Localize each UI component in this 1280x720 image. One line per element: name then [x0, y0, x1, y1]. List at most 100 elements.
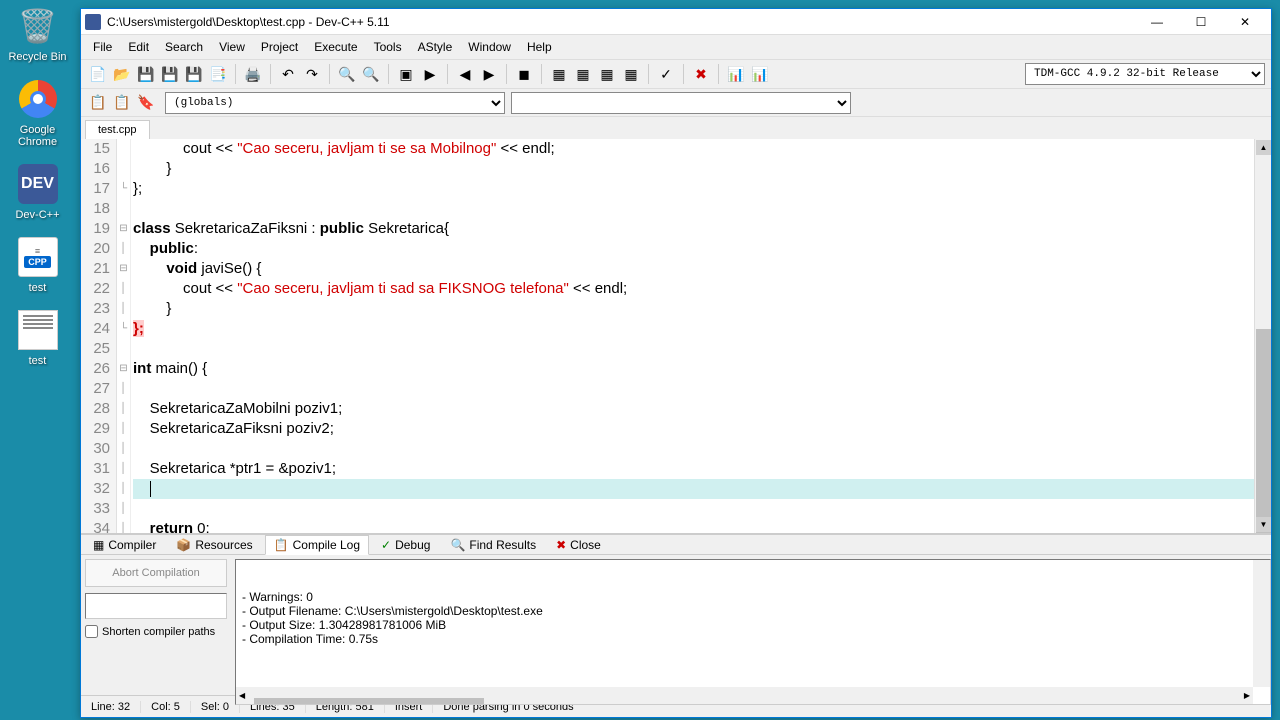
separator — [683, 64, 684, 84]
title-bar[interactable]: C:\Users\mistergold\Desktop\test.cpp - D… — [81, 9, 1271, 35]
empty-field — [85, 593, 227, 619]
shorten-paths-checkbox[interactable]: Shorten compiler paths — [85, 625, 227, 638]
icon-label: Dev-C++ — [15, 209, 59, 221]
txt-file-icon — [17, 309, 59, 351]
menu-help[interactable]: Help — [519, 37, 560, 57]
editor-tabs: test.cpp — [81, 117, 1271, 139]
new-class-button[interactable]: 📋 — [87, 92, 109, 114]
code-area[interactable]: cout << "Cao seceru, javljam ti se sa Mo… — [131, 139, 1254, 533]
compiler-select[interactable]: TDM-GCC 4.9.2 32-bit Release — [1025, 63, 1265, 85]
find-button[interactable]: 🔍 — [336, 63, 358, 85]
scroll-thumb[interactable] — [1256, 329, 1271, 533]
new-file-button[interactable]: 📄 — [87, 63, 109, 85]
profile-analysis-button[interactable]: 📊 — [725, 63, 747, 85]
tab-compile-log[interactable]: 📋Compile Log — [265, 535, 369, 555]
output-hscroll[interactable]: ◀ ▶ — [236, 687, 1253, 704]
bookmark-button[interactable]: 🔖 — [135, 92, 157, 114]
menu-window[interactable]: Window — [460, 37, 519, 57]
secondary-toolbar: 📋 📋 🔖 (globals) — [81, 89, 1271, 117]
replace-button[interactable]: 🔍 — [360, 63, 382, 85]
menu-view[interactable]: View — [211, 37, 253, 57]
rebuild-button[interactable]: ▦ — [572, 63, 594, 85]
tab-close[interactable]: ✖Close — [548, 536, 609, 554]
compile-button[interactable]: ▣ — [395, 63, 417, 85]
forward-button[interactable]: ▶ — [478, 63, 500, 85]
separator — [506, 64, 507, 84]
save-as-button[interactable]: 💾 — [183, 63, 205, 85]
separator — [235, 64, 236, 84]
menu-astyle[interactable]: AStyle — [410, 37, 461, 57]
hscroll-thumb[interactable] — [254, 698, 484, 706]
separator — [329, 64, 330, 84]
tab-debug[interactable]: ✓Debug — [373, 536, 438, 554]
output-vscroll[interactable] — [1253, 560, 1270, 687]
scroll-up-icon[interactable]: ▲ — [1256, 140, 1271, 155]
separator — [541, 64, 542, 84]
vertical-scrollbar[interactable]: ▲ ▼ — [1254, 139, 1271, 533]
close-file-button[interactable]: 📑 — [207, 63, 229, 85]
tab-find-results[interactable]: 🔍Find Results — [442, 536, 544, 554]
debug-button[interactable]: ✓ — [655, 63, 677, 85]
compile-output[interactable]: - Warnings: 0 - Output Filename: C:\User… — [235, 559, 1271, 705]
abort-compilation-button: Abort Compilation — [85, 559, 227, 587]
maximize-button[interactable]: ☐ — [1179, 10, 1223, 34]
insert-button[interactable]: 📋 — [111, 92, 133, 114]
main-window: C:\Users\mistergold\Desktop\test.cpp - D… — [80, 8, 1272, 718]
desktop-icon-test-cpp[interactable]: ≡CPP test — [5, 236, 70, 294]
members-combo[interactable] — [511, 92, 851, 114]
delete-profile-button[interactable]: 📊 — [749, 63, 771, 85]
close-button[interactable]: ✕ — [1223, 10, 1267, 34]
menu-edit[interactable]: Edit — [120, 37, 157, 57]
compiler-icon: ▦ — [93, 538, 104, 552]
print-button[interactable]: 🖨️ — [242, 63, 264, 85]
syntax-check-button[interactable]: ▦ — [596, 63, 618, 85]
menu-search[interactable]: Search — [157, 37, 211, 57]
undo-button[interactable]: ↶ — [277, 63, 299, 85]
close-icon: ✖ — [556, 538, 566, 552]
line-gutter: 1516171819202122232425262728293031323334 — [81, 139, 117, 533]
menu-execute[interactable]: Execute — [306, 37, 365, 57]
menu-tools[interactable]: Tools — [366, 37, 410, 57]
minimize-button[interactable]: — — [1135, 10, 1179, 34]
tab-resources[interactable]: 📦Resources — [168, 536, 260, 554]
save-button[interactable]: 💾 — [135, 63, 157, 85]
menu-project[interactable]: Project — [253, 37, 306, 57]
tab-compiler[interactable]: ▦Compiler — [85, 536, 164, 554]
chrome-icon — [17, 78, 59, 120]
profile-button[interactable]: ▦ — [620, 63, 642, 85]
desktop-icon-chrome[interactable]: Google Chrome — [5, 78, 70, 148]
desktop-icons: 🗑️ Recycle Bin Google Chrome DEV Dev-C++… — [5, 5, 70, 367]
run-button[interactable]: ▶ — [419, 63, 441, 85]
redo-button[interactable]: ↷ — [301, 63, 323, 85]
icon-label: Recycle Bin — [8, 51, 66, 63]
menu-bar: File Edit Search View Project Execute To… — [81, 35, 1271, 59]
menu-file[interactable]: File — [85, 37, 120, 57]
tab-test-cpp[interactable]: test.cpp — [85, 120, 150, 139]
save-all-button[interactable]: 💾 — [159, 63, 181, 85]
devcpp-icon: DEV — [17, 163, 59, 205]
icon-label: test — [29, 355, 47, 367]
separator — [447, 64, 448, 84]
fold-gutter[interactable]: └⊟│⊟││└⊟││││││││ — [117, 139, 131, 533]
separator — [718, 64, 719, 84]
window-title: C:\Users\mistergold\Desktop\test.cpp - D… — [107, 15, 1135, 29]
desktop-icon-devcpp[interactable]: DEV Dev-C++ — [5, 163, 70, 221]
status-sel: Sel: 0 — [191, 701, 240, 713]
goto-button[interactable]: ◼ — [513, 63, 535, 85]
desktop-icon-test-txt[interactable]: test — [5, 309, 70, 367]
status-col: Col: 5 — [141, 701, 191, 713]
find-icon: 🔍 — [450, 538, 465, 552]
stop-button[interactable]: ✖ — [690, 63, 712, 85]
scroll-down-icon[interactable]: ▼ — [1256, 517, 1271, 532]
editor: 1516171819202122232425262728293031323334… — [81, 139, 1271, 533]
editor-content[interactable]: 1516171819202122232425262728293031323334… — [81, 139, 1254, 533]
status-line: Line: 32 — [81, 701, 141, 713]
bottom-panel: ▦Compiler 📦Resources 📋Compile Log ✓Debug… — [81, 533, 1271, 695]
desktop-icon-recycle-bin[interactable]: 🗑️ Recycle Bin — [5, 5, 70, 63]
globals-combo[interactable]: (globals) — [165, 92, 505, 114]
recycle-bin-icon: 🗑️ — [17, 5, 59, 47]
log-icon: 📋 — [274, 538, 289, 552]
back-button[interactable]: ◀ — [454, 63, 476, 85]
open-button[interactable]: 📂 — [111, 63, 133, 85]
compile-run-button[interactable]: ▦ — [548, 63, 570, 85]
